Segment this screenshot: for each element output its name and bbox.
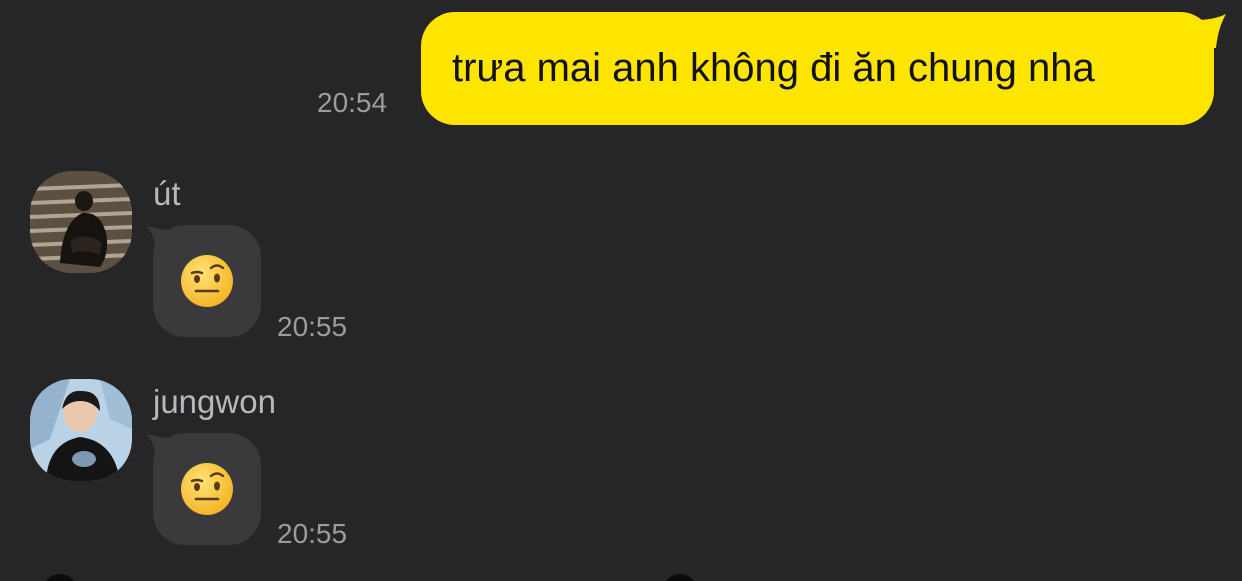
message-timestamp: 20:54 (317, 87, 388, 118)
message-bubble[interactable] (153, 433, 261, 545)
chat-thread: 20:54 trưa mai anh không đi ăn chung nha (0, 0, 1242, 581)
message-timestamp: 20:55 (277, 518, 348, 549)
avatar[interactable] (30, 171, 132, 273)
message-bubble[interactable] (153, 225, 261, 337)
next-avatar-edge (42, 574, 78, 581)
sender-name: út (153, 175, 181, 212)
next-item-edge (662, 574, 698, 581)
message-timestamp: 20:55 (277, 311, 348, 342)
sender-name: jungwon (153, 383, 276, 420)
message-text: trưa mai anh không đi ăn chung nha (452, 46, 1095, 90)
face-with-raised-eyebrow-emoji (181, 255, 233, 307)
message-bubble[interactable]: trưa mai anh không đi ăn chung nha (421, 12, 1214, 125)
avatar-photo (30, 171, 132, 273)
face-with-raised-eyebrow-emoji (181, 463, 233, 515)
avatar-photo (30, 379, 132, 481)
avatar[interactable] (30, 379, 132, 481)
